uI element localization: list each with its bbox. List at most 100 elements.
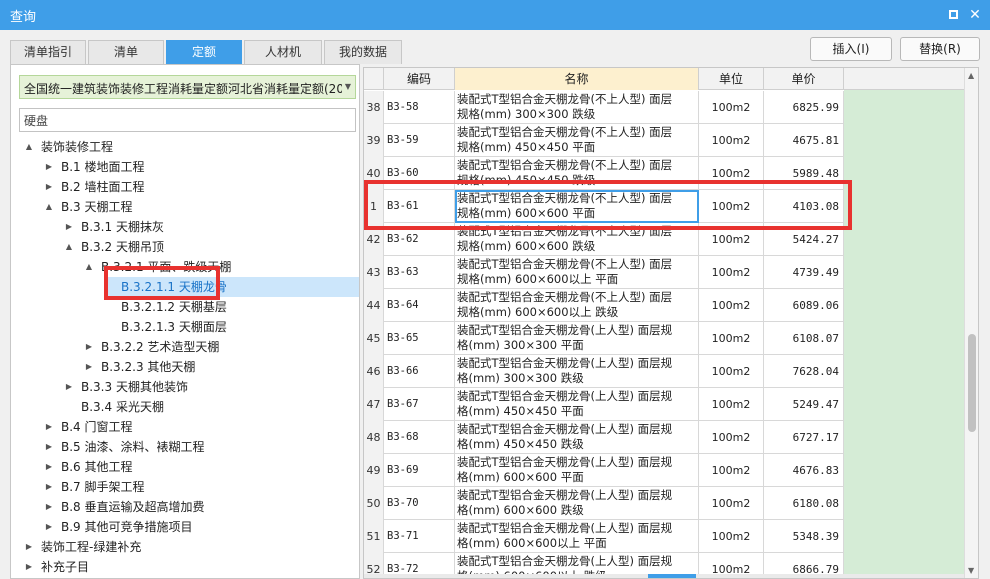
table-row[interactable]: 39 B3-59 装配式T型铝合金天棚龙骨(不上人型) 面层 规格(mm) 450×4… bbox=[364, 124, 844, 157]
tree-item[interactable]: ▶ B.7 脚手架工程 bbox=[11, 477, 359, 497]
horizontal-scrollbar[interactable] bbox=[364, 574, 964, 578]
vertical-scrollbar[interactable]: ▲ ▼ bbox=[964, 68, 978, 578]
tree-item[interactable]: ▶ B.8 垂直运输及超高增加费 bbox=[11, 497, 359, 517]
name-line: 规格(mm) 600×600 跌级 bbox=[457, 239, 596, 253]
tree-item[interactable]: ▲ 装饰装修工程 bbox=[11, 137, 359, 157]
maximize-button[interactable] bbox=[944, 6, 962, 24]
tree-item-label: B.3.2.3 其他天棚 bbox=[101, 360, 196, 374]
name-line: 装配式T型铝合金天棚龙骨(不上人型) 面层 bbox=[457, 290, 673, 304]
tab-quota[interactable]: 定额 bbox=[166, 40, 242, 64]
row-number-cell: 51 bbox=[364, 520, 384, 553]
table-row[interactable]: 48 B3-68 装配式T型铝合金天棚龙骨(上人型) 面层规 格(mm) 450×45… bbox=[364, 421, 844, 454]
collapse-icon[interactable]: ▲ bbox=[23, 137, 35, 157]
expand-icon[interactable]: ▶ bbox=[43, 437, 55, 457]
replace-button[interactable]: 替换(R) bbox=[900, 37, 980, 61]
tree-item[interactable]: ▶ B.9 其他可竞争措施项目 bbox=[11, 517, 359, 537]
unit-cell: 100m2 bbox=[699, 190, 764, 223]
expand-icon[interactable]: ▶ bbox=[43, 517, 55, 537]
collapse-icon[interactable]: ▲ bbox=[83, 257, 95, 277]
expand-icon[interactable]: ▶ bbox=[83, 357, 95, 377]
tree-item[interactable]: B.3.2.1.1 天棚龙骨 bbox=[104, 277, 359, 297]
tree-item[interactable]: ▶ B.3.2.3 其他天棚 bbox=[11, 357, 359, 377]
table-row[interactable]: 50 B3-70 装配式T型铝合金天棚龙骨(上人型) 面层规 格(mm) 600×60… bbox=[364, 487, 844, 520]
expand-icon[interactable]: ▶ bbox=[63, 217, 75, 237]
search-input[interactable] bbox=[19, 108, 356, 132]
table-row[interactable]: 49 B3-69 装配式T型铝合金天棚龙骨(上人型) 面层规 格(mm) 600×60… bbox=[364, 454, 844, 487]
name-line: 装配式T型铝合金天棚龙骨(不上人型) 面层 bbox=[457, 224, 673, 238]
horizontal-scroll-thumb[interactable] bbox=[648, 574, 696, 578]
header-code[interactable]: 编码 bbox=[384, 68, 455, 90]
chapter-tree: ▲ 装饰装修工程 ▶ B.1 楼地面工程 ▶ B.2 墙柱面工程 ▲ B.3 天棚工程 ▶ B.3… bbox=[11, 137, 359, 577]
header-unit[interactable]: 单位 bbox=[699, 68, 764, 90]
expand-icon[interactable]: ▶ bbox=[23, 557, 35, 577]
scroll-down-icon[interactable]: ▼ bbox=[968, 566, 974, 575]
name-cell: 装配式T型铝合金天棚龙骨(上人型) 面层规 格(mm) 600×600 跌级 bbox=[455, 487, 699, 520]
scroll-thumb[interactable] bbox=[968, 334, 976, 432]
table-row[interactable]: 51 B3-71 装配式T型铝合金天棚龙骨(上人型) 面层规 格(mm) 600×60… bbox=[364, 520, 844, 553]
tree-item[interactable]: ▶ B.3.1 天棚抹灰 bbox=[11, 217, 359, 237]
price-cell: 6727.17 bbox=[764, 421, 844, 454]
tree-item[interactable]: ▶ B.3.2.2 艺术造型天棚 bbox=[11, 337, 359, 357]
expand-icon[interactable]: ▶ bbox=[43, 177, 55, 197]
tab-my-data[interactable]: 我的数据 bbox=[324, 40, 402, 64]
expand-icon[interactable]: ▶ bbox=[23, 537, 35, 557]
expand-icon[interactable]: ▶ bbox=[43, 417, 55, 437]
window-title: 查询 bbox=[10, 9, 37, 25]
expand-icon[interactable]: ▶ bbox=[43, 477, 55, 497]
tab-bill-guide[interactable]: 清单指引 bbox=[10, 40, 86, 64]
table-row[interactable]: 43 B3-63 装配式T型铝合金天棚龙骨(不上人型) 面层 规格(mm) 600×6… bbox=[364, 256, 844, 289]
insert-button[interactable]: 插入(I) bbox=[810, 37, 892, 61]
tree-item[interactable]: ▶ B.4 门窗工程 bbox=[11, 417, 359, 437]
table-row[interactable]: 38 B3-58 装配式T型铝合金天棚龙骨(不上人型) 面层 规格(mm) 300×3… bbox=[364, 91, 844, 124]
tree-item[interactable]: ▲ B.3.2 天棚吊顶 bbox=[11, 237, 359, 257]
close-button[interactable]: ✕ bbox=[966, 6, 984, 24]
table-row[interactable]: 42 B3-62 装配式T型铝合金天棚龙骨(不上人型) 面层 规格(mm) 600×6… bbox=[364, 223, 844, 256]
table-row[interactable]: 40 B3-60 装配式T型铝合金天棚龙骨(不上人型) 面层 规格(mm) 450×4… bbox=[364, 157, 844, 190]
tree-item-label: B.4 门窗工程 bbox=[61, 420, 133, 434]
header-name[interactable]: 名称 bbox=[455, 68, 699, 90]
tree-item[interactable]: ▶ 装饰工程-绿建补充 bbox=[11, 537, 359, 557]
name-cell: 装配式T型铝合金天棚龙骨(不上人型) 面层 规格(mm) 600×600 平面 bbox=[455, 190, 699, 223]
tree-item[interactable]: ▶ B.1 楼地面工程 bbox=[11, 157, 359, 177]
table-row[interactable]: 44 B3-64 装配式T型铝合金天棚龙骨(不上人型) 面层 规格(mm) 600×6… bbox=[364, 289, 844, 322]
tree-item[interactable]: B.3.2.1.3 天棚面层 bbox=[11, 317, 359, 337]
collapse-icon[interactable]: ▲ bbox=[43, 197, 55, 217]
code-cell: B3-59 bbox=[384, 124, 455, 157]
tree-item[interactable]: ▲ B.3.2.1 平面、跌级天棚 bbox=[11, 257, 359, 277]
collapse-icon[interactable]: ▲ bbox=[63, 237, 75, 257]
tree-item-label: B.3.2.1.1 天棚龙骨 bbox=[121, 280, 227, 294]
tree-item[interactable]: ▲ B.3 天棚工程 bbox=[11, 197, 359, 217]
table-row[interactable]: 45 B3-65 装配式T型铝合金天棚龙骨(上人型) 面层规 格(mm) 300×30… bbox=[364, 322, 844, 355]
tree-item[interactable]: B.3.2.1.2 天棚基层 bbox=[11, 297, 359, 317]
table-row[interactable]: 1 B3-61 装配式T型铝合金天棚龙骨(不上人型) 面层 规格(mm) 600×60… bbox=[364, 190, 844, 223]
tree-item[interactable]: ▶ 补充子目 bbox=[11, 557, 359, 577]
tree-item-label: B.3.2.1 平面、跌级天棚 bbox=[101, 260, 232, 274]
code-cell: B3-71 bbox=[384, 520, 455, 553]
expand-icon[interactable]: ▶ bbox=[43, 157, 55, 177]
table-row[interactable]: 47 B3-67 装配式T型铝合金天棚龙骨(上人型) 面层规 格(mm) 450×45… bbox=[364, 388, 844, 421]
header-price[interactable]: 单价 bbox=[764, 68, 844, 90]
name-cell: 装配式T型铝合金天棚龙骨(不上人型) 面层 规格(mm) 450×450 跌级 bbox=[455, 157, 699, 190]
name-line: 格(mm) 450×450 跌级 bbox=[457, 437, 584, 451]
tree-item[interactable]: ▶ B.2 墙柱面工程 bbox=[11, 177, 359, 197]
chevron-down-icon[interactable]: ▼ bbox=[345, 82, 351, 91]
name-line: 规格(mm) 600×600以上 平面 bbox=[457, 272, 619, 286]
tab-labor-material-machine[interactable]: 人材机 bbox=[244, 40, 322, 64]
expand-icon[interactable]: ▶ bbox=[63, 377, 75, 397]
expand-icon[interactable]: ▶ bbox=[43, 497, 55, 517]
tree-item[interactable]: ▶ B.3.3 天棚其他装饰 bbox=[11, 377, 359, 397]
row-number-cell: 48 bbox=[364, 421, 384, 454]
name-cell: 装配式T型铝合金天棚龙骨(上人型) 面层规 格(mm) 300×300 平面 bbox=[455, 322, 699, 355]
tab-bill[interactable]: 清单 bbox=[88, 40, 164, 64]
row-number-cell: 44 bbox=[364, 289, 384, 322]
name-line: 格(mm) 300×300 平面 bbox=[457, 338, 584, 352]
quota-library-dropdown[interactable]: 全国统一建筑装饰装修工程消耗量定额河北省消耗量定额(20 ▼ bbox=[19, 75, 356, 99]
tree-item-label: B.8 垂直运输及超高增加费 bbox=[61, 500, 205, 514]
expand-icon[interactable]: ▶ bbox=[43, 457, 55, 477]
tree-item[interactable]: ▶ B.5 油漆、涂料、裱糊工程 bbox=[11, 437, 359, 457]
tree-item[interactable]: ▶ B.6 其他工程 bbox=[11, 457, 359, 477]
scroll-up-icon[interactable]: ▲ bbox=[968, 71, 974, 80]
tree-item[interactable]: B.3.4 采光天棚 bbox=[11, 397, 359, 417]
expand-icon[interactable]: ▶ bbox=[83, 337, 95, 357]
table-row[interactable]: 46 B3-66 装配式T型铝合金天棚龙骨(上人型) 面层规 格(mm) 300×30… bbox=[364, 355, 844, 388]
